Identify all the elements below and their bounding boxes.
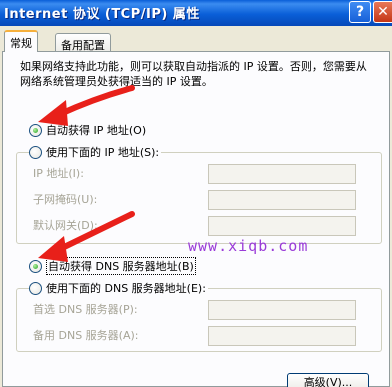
manual-ip-radio[interactable] bbox=[29, 145, 42, 159]
manual-dns-radio[interactable] bbox=[29, 281, 42, 295]
subnet-mask-label: 子网掩码(U): bbox=[33, 193, 98, 206]
advanced-button[interactable]: 高级(V)... bbox=[287, 373, 369, 387]
auto-dns-option[interactable]: 自动获得 DNS 服务器地址(B) bbox=[29, 257, 198, 275]
alternate-dns-field[interactable] bbox=[208, 326, 356, 346]
help-button[interactable]: ? bbox=[349, 1, 371, 23]
manual-dns-option[interactable]: 使用下面的 DNS 服务器地址(E): bbox=[29, 280, 208, 296]
preferred-dns-label: 首选 DNS 服务器(P): bbox=[33, 303, 138, 316]
ip-address-label: IP 地址(I): bbox=[33, 167, 84, 180]
auto-ip-radio[interactable] bbox=[29, 123, 42, 137]
preferred-dns-field[interactable] bbox=[208, 300, 356, 320]
manual-ip-label: 使用下面的 IP 地址(S): bbox=[46, 146, 160, 159]
auto-ip-label: 自动获得 IP 地址(O) bbox=[46, 124, 147, 137]
default-gateway-field[interactable] bbox=[208, 216, 356, 236]
auto-dns-label: 自动获得 DNS 服务器地址(B) bbox=[46, 257, 196, 275]
ip-address-field[interactable] bbox=[208, 164, 356, 184]
manual-dns-label: 使用下面的 DNS 服务器地址(E): bbox=[46, 282, 206, 295]
help-icon: ? bbox=[355, 4, 365, 20]
auto-ip-option[interactable]: 自动获得 IP 地址(O) bbox=[29, 122, 149, 138]
tab-general[interactable]: 常规 bbox=[4, 30, 38, 52]
window-title: Internet 协议 (TCP/IP) 属性 bbox=[4, 7, 200, 22]
auto-dns-radio[interactable] bbox=[29, 259, 42, 273]
alternate-dns-label: 备用 DNS 服务器(A): bbox=[33, 329, 139, 342]
manual-ip-option[interactable]: 使用下面的 IP 地址(S): bbox=[29, 144, 162, 160]
close-button[interactable]: ✕ bbox=[373, 1, 392, 23]
description-text: 如果网络支持此功能，则可以获取自动指派的 IP 设置。否则，您需要从网络系统管理… bbox=[20, 60, 367, 88]
watermark-text: www.xiqb.com bbox=[188, 237, 309, 255]
title-bar: Internet 协议 (TCP/IP) 属性 ? ✕ bbox=[0, 0, 392, 26]
tab-alternate-config[interactable]: 备用配置 bbox=[55, 33, 111, 53]
close-icon: ✕ bbox=[377, 4, 389, 20]
subnet-mask-field[interactable] bbox=[208, 190, 356, 210]
default-gateway-label: 默认网关(D): bbox=[33, 219, 98, 232]
